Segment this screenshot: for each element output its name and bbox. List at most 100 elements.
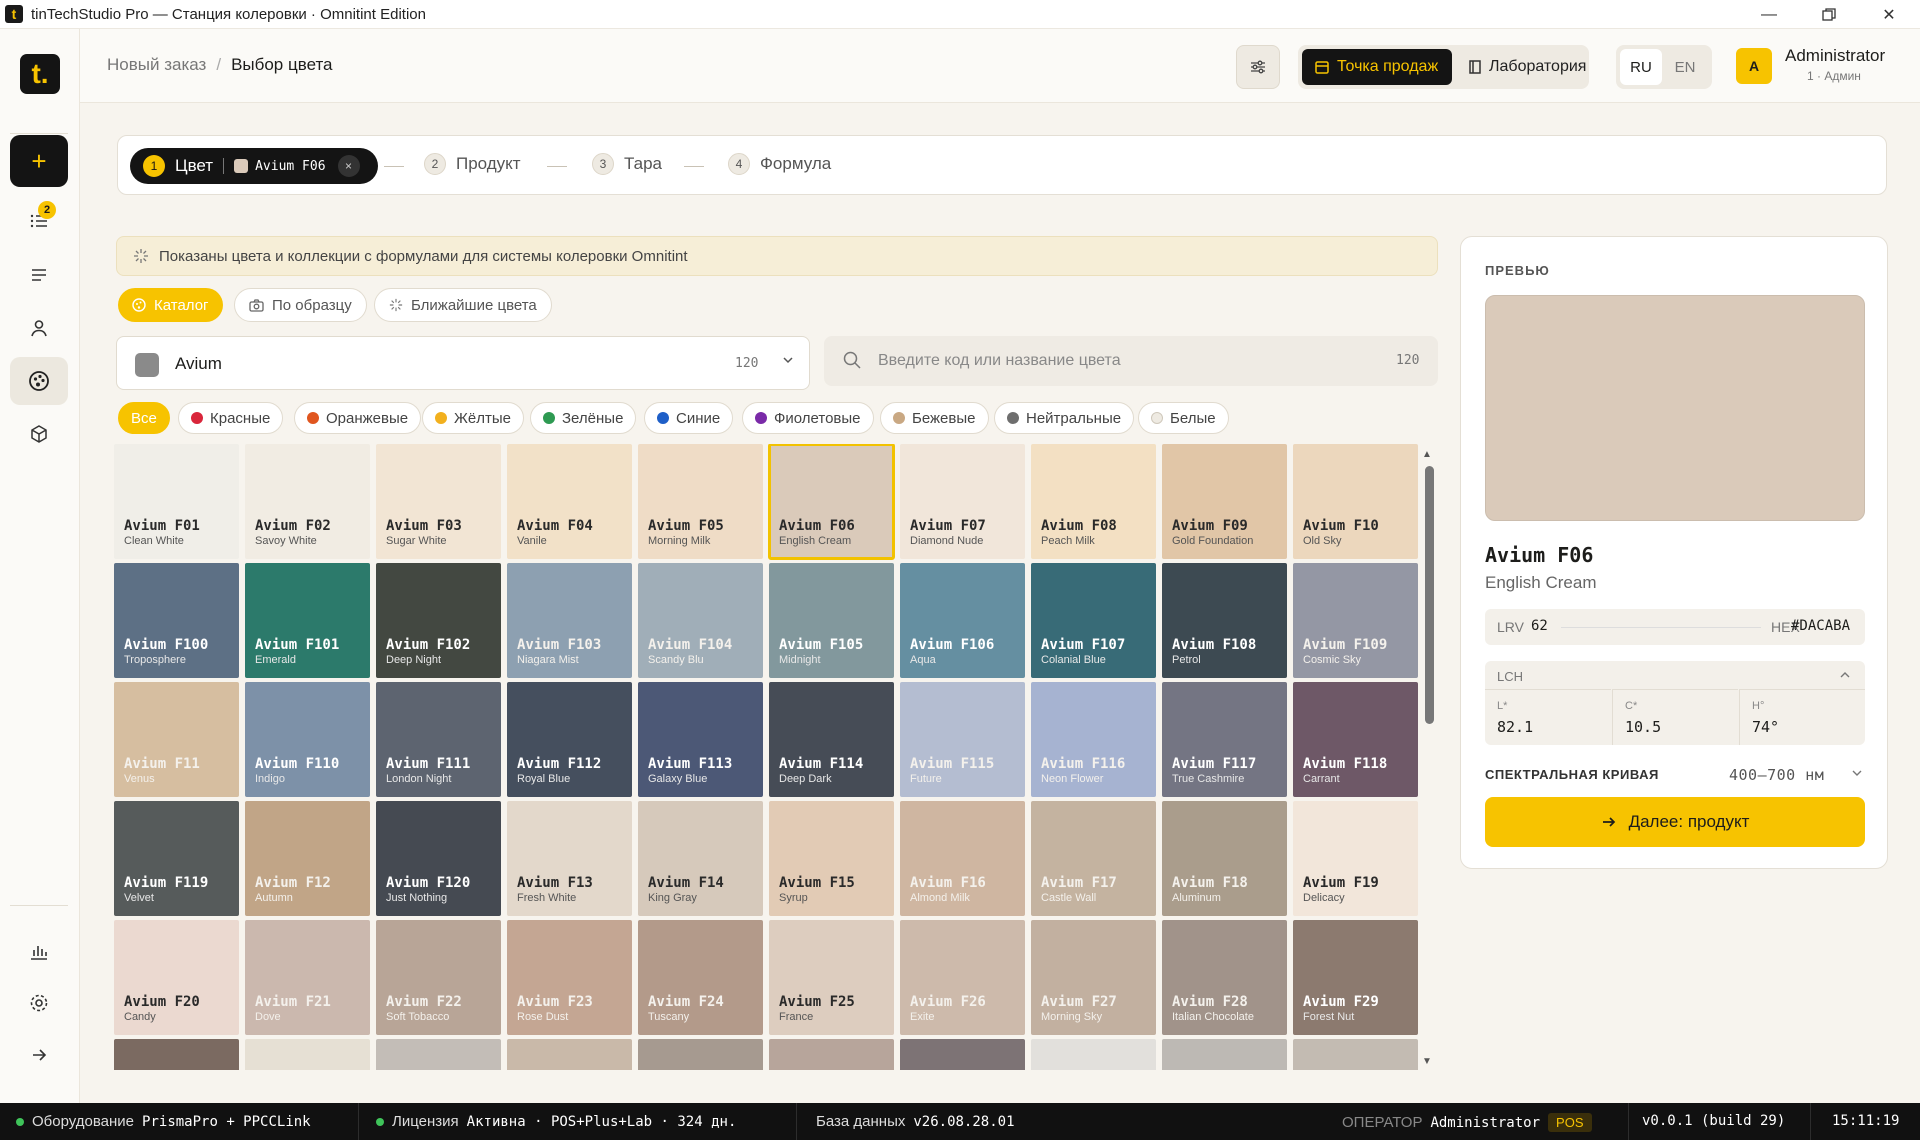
sidebar-item-queue[interactable]: 2 xyxy=(10,197,68,245)
tab-by-sample[interactable]: По образцу xyxy=(234,288,367,322)
color-tile[interactable] xyxy=(1293,1039,1418,1070)
color-tile[interactable]: Avium F10 Old Sky xyxy=(1293,444,1418,559)
sidebar-item-orders[interactable] xyxy=(10,251,68,299)
color-tile[interactable] xyxy=(245,1039,370,1070)
color-tile[interactable]: Avium F14 King Gray xyxy=(638,801,763,916)
color-tile[interactable] xyxy=(900,1039,1025,1070)
color-tile[interactable]: Avium F22 Soft Tobacco xyxy=(376,920,501,1035)
lang-ru-button[interactable]: RU xyxy=(1620,49,1662,85)
color-tile[interactable]: Avium F111 London Night xyxy=(376,682,501,797)
color-tile[interactable] xyxy=(769,1039,894,1070)
spectral-curve-toggle[interactable]: СПЕКТРАЛЬНАЯ КРИВАЯ 400–700 нм xyxy=(1485,766,1865,784)
color-tile[interactable]: Avium F13 Fresh White xyxy=(507,801,632,916)
color-tile[interactable]: Avium F116 Neon Flower xyxy=(1031,682,1156,797)
color-tile[interactable]: Avium F07 Diamond Nude xyxy=(900,444,1025,559)
color-tile[interactable]: Avium F20 Candy xyxy=(114,920,239,1035)
minimize-icon[interactable]: — xyxy=(1740,0,1798,29)
step-product[interactable]: 2 Продукт xyxy=(424,153,521,175)
mode-pos-button[interactable]: Точка продаж xyxy=(1302,49,1452,85)
color-tile[interactable]: Avium F107 Colanial Blue xyxy=(1031,563,1156,678)
color-tile[interactable]: Avium F110 Indigo xyxy=(245,682,370,797)
clear-color-icon[interactable]: × xyxy=(337,155,360,177)
color-tile[interactable] xyxy=(638,1039,763,1070)
color-tile[interactable]: Avium F109 Cosmic Sky xyxy=(1293,563,1418,678)
color-tile[interactable]: Avium F113 Galaxy Blue xyxy=(638,682,763,797)
filter-chip[interactable]: Зелёные xyxy=(530,402,637,434)
color-tile[interactable]: Avium F29 Forest Nut xyxy=(1293,920,1418,1035)
color-tile[interactable]: Avium F19 Delicacy xyxy=(1293,801,1418,916)
color-tile[interactable]: Avium F01 Clean White xyxy=(114,444,239,559)
collection-select[interactable]: Avium 120 xyxy=(116,336,810,390)
color-tile[interactable]: Avium F106 Aqua xyxy=(900,563,1025,678)
color-tile[interactable] xyxy=(507,1039,632,1070)
chevron-up-icon[interactable] xyxy=(1839,669,1851,684)
color-tile[interactable] xyxy=(1162,1039,1287,1070)
tab-nearest-colors[interactable]: Ближайшие цвета xyxy=(374,288,552,322)
color-tile[interactable]: Avium F103 Niagara Mist xyxy=(507,563,632,678)
breadcrumb-item[interactable]: Новый заказ xyxy=(107,55,206,74)
color-tile[interactable]: Avium F26 Exite xyxy=(900,920,1025,1035)
filter-chip[interactable]: Оранжевые xyxy=(294,402,422,434)
color-tile[interactable]: Avium F11 Venus xyxy=(114,682,239,797)
color-tile[interactable]: Avium F24 Tuscany xyxy=(638,920,763,1035)
restore-icon[interactable] xyxy=(1800,0,1858,29)
color-tile[interactable]: Avium F12 Autumn xyxy=(245,801,370,916)
color-tile[interactable]: Avium F25 France xyxy=(769,920,894,1035)
sidebar-item-reports[interactable] xyxy=(10,927,68,975)
color-tile[interactable]: Avium F117 True Cashmire xyxy=(1162,682,1287,797)
color-tile[interactable]: Avium F100 Troposphere xyxy=(114,563,239,678)
color-tile[interactable]: Avium F120 Just Nothing xyxy=(376,801,501,916)
color-tile[interactable]: Avium F114 Deep Dark xyxy=(769,682,894,797)
color-tile[interactable]: Avium F04 Vanile xyxy=(507,444,632,559)
color-tile[interactable]: Avium F03 Sugar White xyxy=(376,444,501,559)
color-tile[interactable]: Avium F16 Almond Milk xyxy=(900,801,1025,916)
filter-chip[interactable]: Красные xyxy=(178,402,284,434)
step-color[interactable]: 1 Цвет Avium F06 × xyxy=(130,148,378,184)
color-tile[interactable]: Avium F23 Rose Dust xyxy=(507,920,632,1035)
filter-chip[interactable]: Фиолетовые xyxy=(742,402,874,434)
color-tile[interactable]: Avium F15 Syrup xyxy=(769,801,894,916)
lang-en-button[interactable]: EN xyxy=(1664,49,1706,85)
sidebar-item-products[interactable] xyxy=(10,410,68,458)
color-tile[interactable]: Avium F105 Midnight xyxy=(769,563,894,678)
color-tile[interactable]: Avium F101 Emerald xyxy=(245,563,370,678)
scroll-up-icon[interactable]: ▲ xyxy=(1422,449,1432,460)
color-tile[interactable]: Avium F104 Scandy Blu xyxy=(638,563,763,678)
color-tile[interactable]: Avium F108 Petrol xyxy=(1162,563,1287,678)
close-window-icon[interactable]: ✕ xyxy=(1860,0,1918,29)
scroll-down-icon[interactable]: ▼ xyxy=(1422,1056,1432,1067)
sidebar-item-settings[interactable] xyxy=(10,979,68,1027)
color-tile[interactable]: Avium F112 Royal Blue xyxy=(507,682,632,797)
filter-chip[interactable]: Белые xyxy=(1138,402,1229,434)
new-order-button[interactable]: + xyxy=(10,135,68,187)
color-tile[interactable]: Avium F27 Morning Sky xyxy=(1031,920,1156,1035)
color-tile[interactable] xyxy=(114,1039,239,1070)
step-formula[interactable]: 4 Формула xyxy=(728,153,831,175)
filter-chip[interactable]: Жёлтые xyxy=(422,402,524,434)
sidebar-item-customers[interactable] xyxy=(10,304,68,352)
mode-lab-button[interactable]: Лаборатория xyxy=(1456,49,1598,85)
color-tile[interactable]: Avium F06 English Cream xyxy=(768,444,895,560)
filter-chip[interactable]: Бежевые xyxy=(880,402,989,434)
color-tile[interactable]: Avium F119 Velvet xyxy=(114,801,239,916)
color-tile[interactable]: Avium F02 Savoy White xyxy=(245,444,370,559)
step-container[interactable]: 3 Тара xyxy=(592,153,662,175)
color-tile[interactable]: Avium F21 Dove xyxy=(245,920,370,1035)
status-license[interactable]: Лицензия Активна · POS+Plus+Lab · 324 дн… xyxy=(376,1113,736,1130)
color-tile[interactable] xyxy=(1031,1039,1156,1070)
hex-value[interactable]: #DACABA xyxy=(1791,618,1850,634)
sidebar-item-colors[interactable] xyxy=(10,357,68,405)
tab-catalog[interactable]: Каталог xyxy=(118,288,223,322)
color-tile[interactable]: Avium F28 Italian Chocolate xyxy=(1162,920,1287,1035)
filter-chip[interactable]: Синие xyxy=(644,402,734,434)
color-tile[interactable]: Avium F118 Carrant xyxy=(1293,682,1418,797)
color-tile[interactable]: Avium F08 Peach Milk xyxy=(1031,444,1156,559)
app-logo[interactable]: t. xyxy=(20,54,60,94)
color-tile[interactable]: Avium F115 Future xyxy=(900,682,1025,797)
color-tile[interactable]: Avium F102 Deep Night xyxy=(376,563,501,678)
grid-scrollbar[interactable] xyxy=(1425,466,1434,724)
color-tile[interactable]: Avium F17 Castle Wall xyxy=(1031,801,1156,916)
search-input[interactable] xyxy=(878,348,1358,374)
color-tile[interactable]: Avium F05 Morning Milk xyxy=(638,444,763,559)
next-product-button[interactable]: Далее: продукт xyxy=(1485,797,1865,847)
